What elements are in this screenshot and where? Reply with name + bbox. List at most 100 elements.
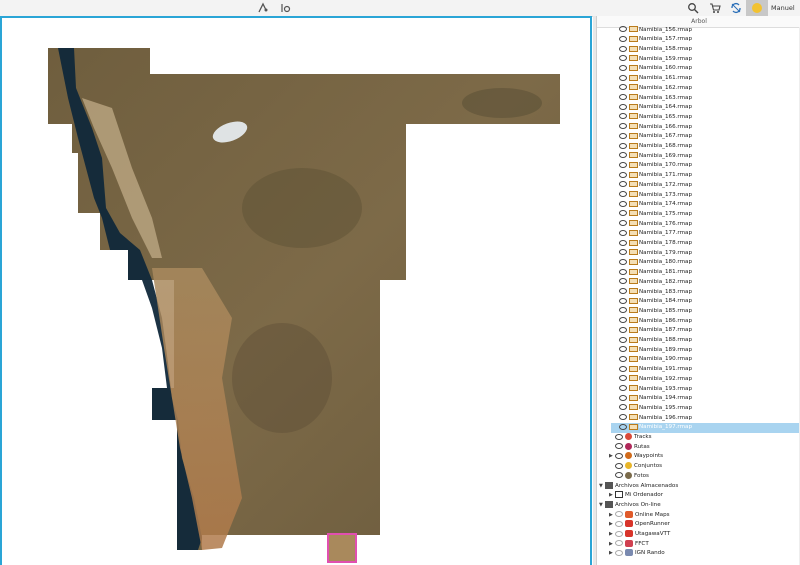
visibility-eye-icon[interactable]	[619, 132, 627, 139]
search-icon[interactable]	[686, 1, 700, 15]
tree-stored-child[interactable]: ▶ Mi Ordenador	[609, 491, 663, 501]
tree-online-child[interactable]: ▶ UtagawaVTT	[609, 530, 670, 540]
tree-map-item[interactable]: Namibia_160.rmap	[619, 64, 692, 74]
visibility-eye-icon[interactable]	[619, 326, 627, 333]
tree-category-item[interactable]: Rutas	[609, 442, 650, 453]
visibility-eye-icon[interactable]	[615, 462, 623, 469]
tree-online-root[interactable]: ▼ Archivos On-line	[599, 500, 661, 511]
visibility-eye-icon[interactable]	[619, 161, 627, 168]
visibility-eye-icon[interactable]	[619, 307, 627, 314]
visibility-eye-icon[interactable]	[615, 452, 623, 459]
tree-map-item[interactable]: Namibia_192.rmap	[619, 375, 692, 385]
tree-map-item[interactable]: Namibia_170.rmap	[619, 161, 692, 171]
visibility-eye-icon[interactable]	[619, 64, 627, 71]
visibility-eye-icon[interactable]	[619, 181, 627, 188]
expand-arrow-icon[interactable]: ▶	[609, 511, 615, 521]
visibility-eye-icon[interactable]	[619, 355, 627, 362]
visibility-eye-icon[interactable]	[619, 55, 627, 62]
tree-map-item[interactable]: Namibia_163.rmap	[619, 94, 692, 104]
visibility-eye-icon[interactable]	[619, 171, 627, 178]
tree-map-item[interactable]: Namibia_189.rmap	[619, 346, 692, 356]
visibility-eye-icon[interactable]	[619, 84, 627, 91]
visibility-eye-icon[interactable]	[619, 239, 627, 246]
tree-map-item[interactable]: Namibia_158.rmap	[619, 45, 692, 55]
sync-icon[interactable]	[729, 1, 743, 15]
star-button[interactable]	[746, 0, 768, 16]
visibility-eye-icon[interactable]	[619, 26, 627, 33]
tree-map-item[interactable]: Namibia_194.rmap	[619, 394, 692, 404]
tree-category-item[interactable]: Fotos	[609, 471, 649, 482]
visibility-eye-icon[interactable]	[619, 297, 627, 304]
tree-map-item[interactable]: Namibia_162.rmap	[619, 84, 692, 94]
visibility-eye-icon[interactable]	[619, 74, 627, 81]
tree-map-item[interactable]: Namibia_165.rmap	[619, 113, 692, 123]
tree-map-item[interactable]: Namibia_177.rmap	[619, 229, 692, 239]
user-menu[interactable]: Manuel ▾	[771, 0, 800, 28]
visibility-eye-icon[interactable]	[619, 365, 627, 372]
tree-map-item[interactable]: Namibia_179.rmap	[619, 249, 692, 259]
cart-icon[interactable]	[708, 1, 722, 15]
tree-map-item[interactable]: Namibia_176.rmap	[619, 220, 692, 230]
expand-arrow-icon[interactable]: ▶	[609, 540, 615, 550]
tree-category-item[interactable]: Conjuntos	[609, 462, 662, 472]
visibility-eye-icon[interactable]	[615, 530, 623, 537]
visibility-eye-icon[interactable]	[619, 258, 627, 265]
visibility-eye-icon[interactable]	[619, 268, 627, 275]
tree-map-item[interactable]: Namibia_178.rmap	[619, 239, 692, 249]
tree-category-item[interactable]: ▶ Waypoints	[609, 452, 663, 462]
visibility-eye-icon[interactable]	[619, 404, 627, 411]
visibility-eye-icon[interactable]	[619, 423, 627, 430]
visibility-eye-icon[interactable]	[615, 443, 623, 450]
tree-map-item[interactable]: Namibia_197.rmap	[611, 423, 800, 433]
map-view[interactable]	[0, 16, 592, 565]
visibility-eye-icon[interactable]	[619, 317, 627, 324]
tree-map-item[interactable]: Namibia_161.rmap	[619, 74, 692, 84]
tree-map-item[interactable]: Namibia_164.rmap	[619, 103, 692, 113]
tree-map-item[interactable]: Namibia_167.rmap	[619, 132, 692, 142]
tree-map-item[interactable]: Namibia_191.rmap	[619, 365, 692, 375]
visibility-eye-icon[interactable]	[619, 288, 627, 294]
expand-arrow-icon[interactable]: ▶	[609, 520, 615, 530]
tree-online-child[interactable]: ▶ Online Maps	[609, 510, 670, 521]
visibility-eye-icon[interactable]	[619, 35, 627, 42]
tree-map-item[interactable]: Namibia_174.rmap	[619, 200, 692, 210]
visibility-eye-icon[interactable]	[619, 336, 627, 343]
visibility-eye-icon[interactable]	[619, 385, 627, 391]
visibility-eye-icon[interactable]	[619, 394, 627, 401]
expand-arrow-icon[interactable]: ▶	[609, 530, 615, 540]
tree-map-item[interactable]: Namibia_182.rmap	[619, 278, 692, 288]
map-settings-icon[interactable]	[278, 1, 292, 15]
visibility-eye-icon[interactable]	[615, 472, 623, 479]
tree-map-item[interactable]: Namibia_195.rmap	[619, 404, 692, 414]
visibility-eye-icon[interactable]	[619, 375, 627, 382]
tree-map-item[interactable]: Namibia_184.rmap	[619, 297, 692, 307]
visibility-eye-icon[interactable]	[619, 45, 627, 52]
expand-arrow-icon[interactable]: ▶	[609, 452, 615, 462]
visibility-eye-icon[interactable]	[615, 549, 623, 556]
tree-map-item[interactable]: Namibia_180.rmap	[619, 258, 692, 268]
tree-map-item[interactable]: Namibia_156.rmap	[619, 26, 692, 36]
visibility-eye-icon[interactable]	[619, 249, 627, 256]
tree-map-item[interactable]: Namibia_187.rmap	[619, 326, 692, 336]
tree-map-item[interactable]: Namibia_168.rmap	[619, 142, 692, 152]
tree-online-child[interactable]: ▶ OpenRunner	[609, 520, 670, 530]
visibility-eye-icon[interactable]	[619, 414, 627, 421]
tree-map-item[interactable]: Namibia_159.rmap	[619, 55, 692, 65]
visibility-eye-icon[interactable]	[615, 511, 623, 518]
visibility-eye-icon[interactable]	[615, 520, 623, 527]
visibility-eye-icon[interactable]	[619, 220, 627, 227]
tree-map-item[interactable]: Namibia_175.rmap	[619, 210, 692, 220]
expand-arrow-icon[interactable]: ▶	[609, 549, 615, 559]
visibility-eye-icon[interactable]	[619, 191, 627, 197]
tree-map-item[interactable]: Namibia_183.rmap	[619, 288, 692, 298]
tree-map-item[interactable]: Namibia_173.rmap	[619, 191, 692, 201]
tree-category-item[interactable]: Tracks	[609, 433, 652, 443]
visibility-eye-icon[interactable]	[619, 200, 627, 207]
visibility-eye-icon[interactable]	[619, 142, 627, 149]
visibility-eye-icon[interactable]	[615, 433, 623, 440]
visibility-eye-icon[interactable]	[619, 113, 627, 120]
visibility-eye-icon[interactable]	[619, 103, 627, 110]
tree-online-child[interactable]: ▶ IGN Rando	[609, 549, 665, 559]
visibility-eye-icon[interactable]	[619, 123, 627, 130]
visibility-eye-icon[interactable]	[619, 278, 627, 285]
